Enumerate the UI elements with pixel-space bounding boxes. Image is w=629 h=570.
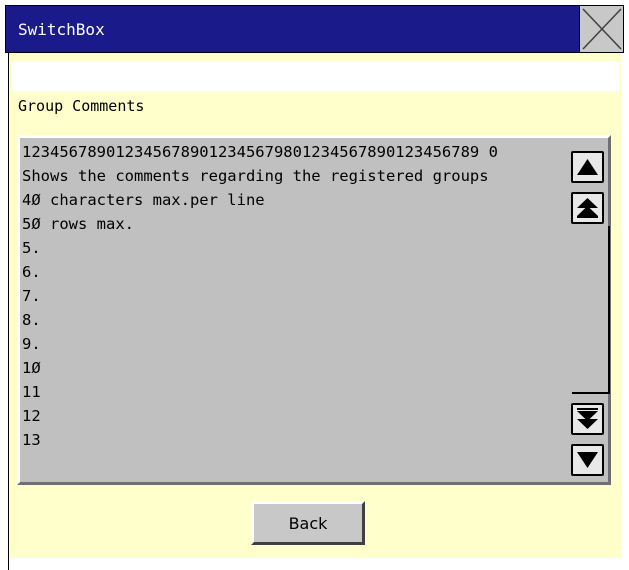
comment-line: 8. [22, 311, 41, 329]
comment-line: 13 [22, 431, 41, 449]
close-button[interactable] [579, 6, 623, 52]
main-panel: Group Comments 1234567890123456789012345… [9, 53, 621, 558]
page-down-icon [577, 408, 598, 429]
scroll-down-button[interactable] [571, 444, 604, 476]
scroll-track[interactable] [572, 226, 610, 394]
group-comments-label: Group Comments [18, 97, 145, 115]
comment-line: 11 [22, 383, 41, 401]
page-up-button[interactable] [571, 192, 604, 224]
title-bar: SwitchBox [5, 5, 624, 53]
comment-line: 5Ø rows max. [22, 215, 134, 233]
comment-line: 4Ø characters max.per line [22, 191, 265, 209]
scroll-down-icon [577, 452, 598, 468]
scroll-up-button[interactable] [571, 151, 604, 183]
comment-line: 1234567890123456789012345679801234567890… [22, 143, 498, 161]
header-strip [11, 61, 619, 91]
comment-line: 1Ø [22, 359, 41, 377]
page-up-icon [577, 198, 598, 218]
comment-line: 5. [22, 239, 41, 257]
close-icon [582, 8, 622, 50]
comments-lines: 1234567890123456789012345679801234567890… [22, 140, 567, 452]
comment-line: 12 [22, 407, 41, 425]
page-down-button[interactable] [571, 403, 604, 435]
comment-line: 7. [22, 287, 41, 305]
comment-line: 6. [22, 263, 41, 281]
scroll-up-icon [577, 159, 598, 175]
comments-list[interactable]: 1234567890123456789012345679801234567890… [17, 135, 611, 485]
back-button[interactable]: Back [251, 501, 365, 545]
window-title: SwitchBox [18, 20, 105, 39]
comment-line: 9. [22, 335, 41, 353]
comment-line: Shows the comments regarding the registe… [22, 167, 489, 185]
